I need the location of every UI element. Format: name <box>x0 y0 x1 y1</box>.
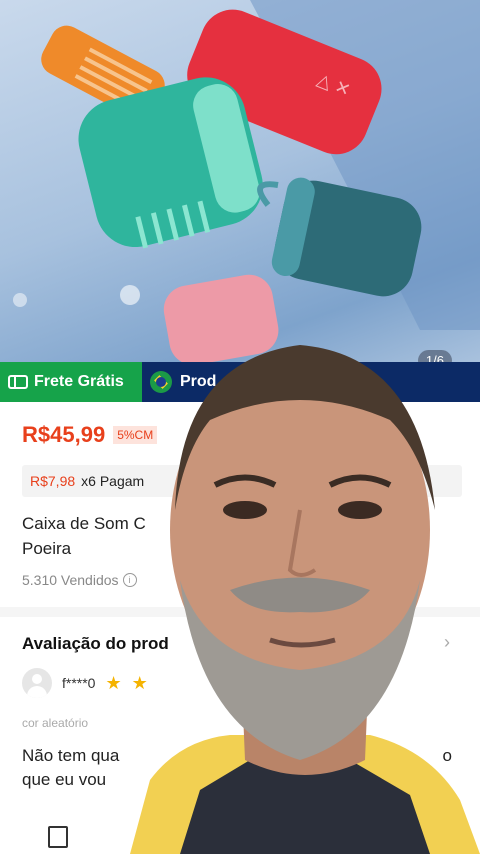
store-icon[interactable] <box>48 826 68 848</box>
review-variant: cor aleatório <box>22 716 89 730</box>
reviewer-name: f****0 <box>62 675 96 691</box>
ticket-icon <box>8 375 28 389</box>
free-shipping-label: Frete Grátis <box>34 373 124 390</box>
review-text-line-1: Não tem qua <box>22 746 120 765</box>
avatar <box>22 668 52 698</box>
current-price: R$45,99 <box>22 422 106 447</box>
presenter-video-overlay <box>130 345 480 854</box>
sold-count-text: 5.310 Vendidos <box>22 572 119 588</box>
installment-amount: R$7,98 <box>30 473 76 489</box>
